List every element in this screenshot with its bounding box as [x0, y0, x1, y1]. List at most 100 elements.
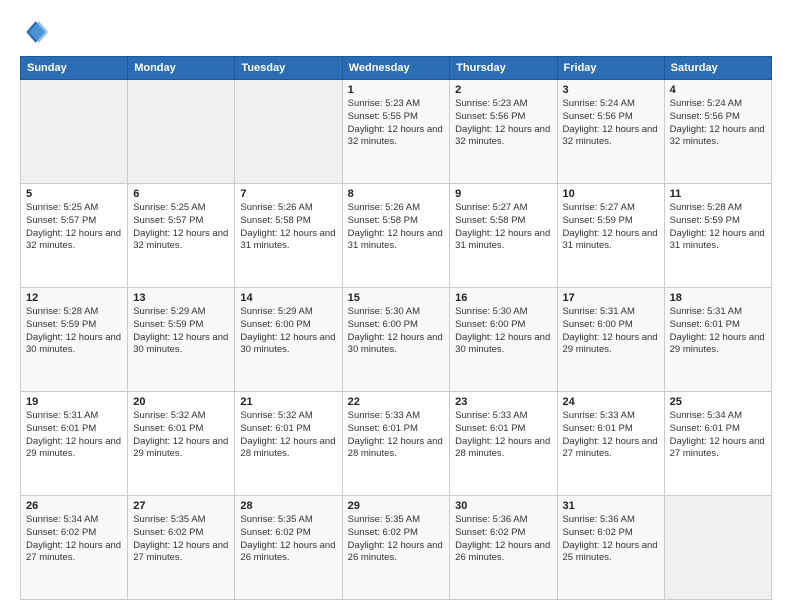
day-info: Sunrise: 5:31 AM Sunset: 6:01 PM Dayligh…: [670, 306, 766, 357]
calendar-cell: 3 Sunrise: 5:24 AM Sunset: 5:56 PM Daylig…: [557, 80, 664, 184]
calendar-cell: 2 Sunrise: 5:23 AM Sunset: 5:56 PM Daylig…: [450, 80, 557, 184]
calendar-cell: 1Sunrise: 5:23 AM Sunset: 5:55 PM Daylig…: [342, 80, 450, 184]
day-number: 22: [348, 396, 445, 408]
day-info: Sunrise: 5:31 AM Sunset: 6:01 PM Dayligh…: [26, 410, 122, 461]
day-number: 6: [133, 188, 229, 200]
day-info: Sunrise: 5:29 AM Sunset: 6:00 PM Dayligh…: [240, 306, 336, 357]
calendar-cell: 15Sunrise: 5:30 AM Sunset: 6:00 PM Dayli…: [342, 288, 450, 392]
calendar-cell: [21, 80, 128, 184]
calendar-cell: 25 Sunrise: 5:34 AM Sunset: 6:01 PM Dayli…: [664, 392, 771, 496]
day-info: Sunrise: 5:27 AM Sunset: 5:59 PM Dayligh…: [563, 202, 659, 253]
day-number: 20: [133, 396, 229, 408]
day-number: 12: [26, 292, 122, 304]
day-number: 13: [133, 292, 229, 304]
calendar-cell: 10 Sunrise: 5:27 AM Sunset: 5:59 PM Dayli…: [557, 184, 664, 288]
calendar-cell: 26 Sunrise: 5:34 AM Sunset: 6:02 PM Dayli…: [21, 496, 128, 600]
day-info: Sunrise: 5:25 AM Sunset: 5:57 PM Dayligh…: [26, 202, 122, 253]
calendar-cell: 9 Sunrise: 5:27 AM Sunset: 5:58 PM Daylig…: [450, 184, 557, 288]
day-info: Sunrise: 5:31 AM Sunset: 6:00 PM Dayligh…: [563, 306, 659, 357]
day-info: Sunrise: 5:33 AM Sunset: 6:01 PM Dayligh…: [348, 410, 445, 461]
calendar-cell: [128, 80, 235, 184]
calendar-cell: 11 Sunrise: 5:28 AM Sunset: 5:59 PM Dayli…: [664, 184, 771, 288]
day-number: 2: [455, 84, 551, 96]
day-number: 31: [563, 500, 659, 512]
calendar-cell: 29Sunrise: 5:35 AM Sunset: 6:02 PM Dayli…: [342, 496, 450, 600]
calendar-cell: 30 Sunrise: 5:36 AM Sunset: 6:02 PM Dayli…: [450, 496, 557, 600]
day-info: Sunrise: 5:26 AM Sunset: 5:58 PM Dayligh…: [240, 202, 336, 253]
page: SundayMondayTuesdayWednesdayThursdayFrid…: [0, 0, 792, 612]
day-info: Sunrise: 5:36 AM Sunset: 6:02 PM Dayligh…: [563, 514, 659, 565]
day-number: 10: [563, 188, 659, 200]
day-number: 17: [563, 292, 659, 304]
day-number: 24: [563, 396, 659, 408]
calendar-cell: 22 Sunrise: 5:33 AM Sunset: 6:01 PM Dayli…: [342, 392, 450, 496]
week-row-1: 1Sunrise: 5:23 AM Sunset: 5:55 PM Daylig…: [21, 80, 772, 184]
week-row-5: 26 Sunrise: 5:34 AM Sunset: 6:02 PM Dayli…: [21, 496, 772, 600]
day-info: Sunrise: 5:28 AM Sunset: 5:59 PM Dayligh…: [26, 306, 122, 357]
calendar-cell: 17 Sunrise: 5:31 AM Sunset: 6:00 PM Dayli…: [557, 288, 664, 392]
logo-icon: [20, 18, 48, 46]
calendar-cell: 23 Sunrise: 5:33 AM Sunset: 6:01 PM Dayli…: [450, 392, 557, 496]
day-number: 18: [670, 292, 766, 304]
day-info: Sunrise: 5:35 AM Sunset: 6:02 PM Dayligh…: [240, 514, 336, 565]
header: [20, 18, 772, 46]
calendar-cell: 28Sunrise: 5:35 AM Sunset: 6:02 PM Dayli…: [235, 496, 342, 600]
day-info: Sunrise: 5:30 AM Sunset: 6:00 PM Dayligh…: [455, 306, 551, 357]
calendar-cell: 20 Sunrise: 5:32 AM Sunset: 6:01 PM Dayli…: [128, 392, 235, 496]
day-number: 9: [455, 188, 551, 200]
weekday-header-friday: Friday: [557, 57, 664, 80]
weekday-header-tuesday: Tuesday: [235, 57, 342, 80]
day-info: Sunrise: 5:33 AM Sunset: 6:01 PM Dayligh…: [455, 410, 551, 461]
day-number: 11: [670, 188, 766, 200]
day-info: Sunrise: 5:34 AM Sunset: 6:02 PM Dayligh…: [26, 514, 122, 565]
day-number: 27: [133, 500, 229, 512]
day-number: 30: [455, 500, 551, 512]
day-info: Sunrise: 5:36 AM Sunset: 6:02 PM Dayligh…: [455, 514, 551, 565]
day-number: 21: [240, 396, 336, 408]
day-number: 8: [348, 188, 445, 200]
day-info: Sunrise: 5:27 AM Sunset: 5:58 PM Dayligh…: [455, 202, 551, 253]
calendar-cell: [664, 496, 771, 600]
day-info: Sunrise: 5:25 AM Sunset: 5:57 PM Dayligh…: [133, 202, 229, 253]
calendar-cell: 18 Sunrise: 5:31 AM Sunset: 6:01 PM Dayli…: [664, 288, 771, 392]
calendar-cell: 24 Sunrise: 5:33 AM Sunset: 6:01 PM Dayli…: [557, 392, 664, 496]
day-info: Sunrise: 5:33 AM Sunset: 6:01 PM Dayligh…: [563, 410, 659, 461]
calendar-table: SundayMondayTuesdayWednesdayThursdayFrid…: [20, 56, 772, 600]
day-number: 19: [26, 396, 122, 408]
calendar-cell: [235, 80, 342, 184]
day-info: Sunrise: 5:23 AM Sunset: 5:56 PM Dayligh…: [455, 98, 551, 149]
calendar-cell: 7Sunrise: 5:26 AM Sunset: 5:58 PM Daylig…: [235, 184, 342, 288]
day-info: Sunrise: 5:34 AM Sunset: 6:01 PM Dayligh…: [670, 410, 766, 461]
calendar-cell: 8Sunrise: 5:26 AM Sunset: 5:58 PM Daylig…: [342, 184, 450, 288]
calendar-cell: 12 Sunrise: 5:28 AM Sunset: 5:59 PM Dayli…: [21, 288, 128, 392]
day-info: Sunrise: 5:28 AM Sunset: 5:59 PM Dayligh…: [670, 202, 766, 253]
calendar-cell: 5 Sunrise: 5:25 AM Sunset: 5:57 PM Daylig…: [21, 184, 128, 288]
day-number: 14: [240, 292, 336, 304]
weekday-header-saturday: Saturday: [664, 57, 771, 80]
day-number: 5: [26, 188, 122, 200]
calendar-cell: 27Sunrise: 5:35 AM Sunset: 6:02 PM Dayli…: [128, 496, 235, 600]
day-info: Sunrise: 5:23 AM Sunset: 5:55 PM Dayligh…: [348, 98, 445, 149]
calendar-cell: 6 Sunrise: 5:25 AM Sunset: 5:57 PM Daylig…: [128, 184, 235, 288]
weekday-header-wednesday: Wednesday: [342, 57, 450, 80]
day-number: 3: [563, 84, 659, 96]
day-number: 25: [670, 396, 766, 408]
calendar-cell: 19 Sunrise: 5:31 AM Sunset: 6:01 PM Dayli…: [21, 392, 128, 496]
day-info: Sunrise: 5:24 AM Sunset: 5:56 PM Dayligh…: [563, 98, 659, 149]
day-number: 23: [455, 396, 551, 408]
day-number: 4: [670, 84, 766, 96]
day-number: 29: [348, 500, 445, 512]
day-info: Sunrise: 5:32 AM Sunset: 6:01 PM Dayligh…: [240, 410, 336, 461]
calendar-cell: 4 Sunrise: 5:24 AM Sunset: 5:56 PM Daylig…: [664, 80, 771, 184]
calendar-cell: 14 Sunrise: 5:29 AM Sunset: 6:00 PM Dayli…: [235, 288, 342, 392]
weekday-header-sunday: Sunday: [21, 57, 128, 80]
weekday-header-row: SundayMondayTuesdayWednesdayThursdayFrid…: [21, 57, 772, 80]
day-info: Sunrise: 5:24 AM Sunset: 5:56 PM Dayligh…: [670, 98, 766, 149]
day-number: 26: [26, 500, 122, 512]
week-row-2: 5 Sunrise: 5:25 AM Sunset: 5:57 PM Daylig…: [21, 184, 772, 288]
weekday-header-monday: Monday: [128, 57, 235, 80]
calendar-cell: 31 Sunrise: 5:36 AM Sunset: 6:02 PM Dayli…: [557, 496, 664, 600]
day-number: 15: [348, 292, 445, 304]
week-row-3: 12 Sunrise: 5:28 AM Sunset: 5:59 PM Dayli…: [21, 288, 772, 392]
day-info: Sunrise: 5:32 AM Sunset: 6:01 PM Dayligh…: [133, 410, 229, 461]
